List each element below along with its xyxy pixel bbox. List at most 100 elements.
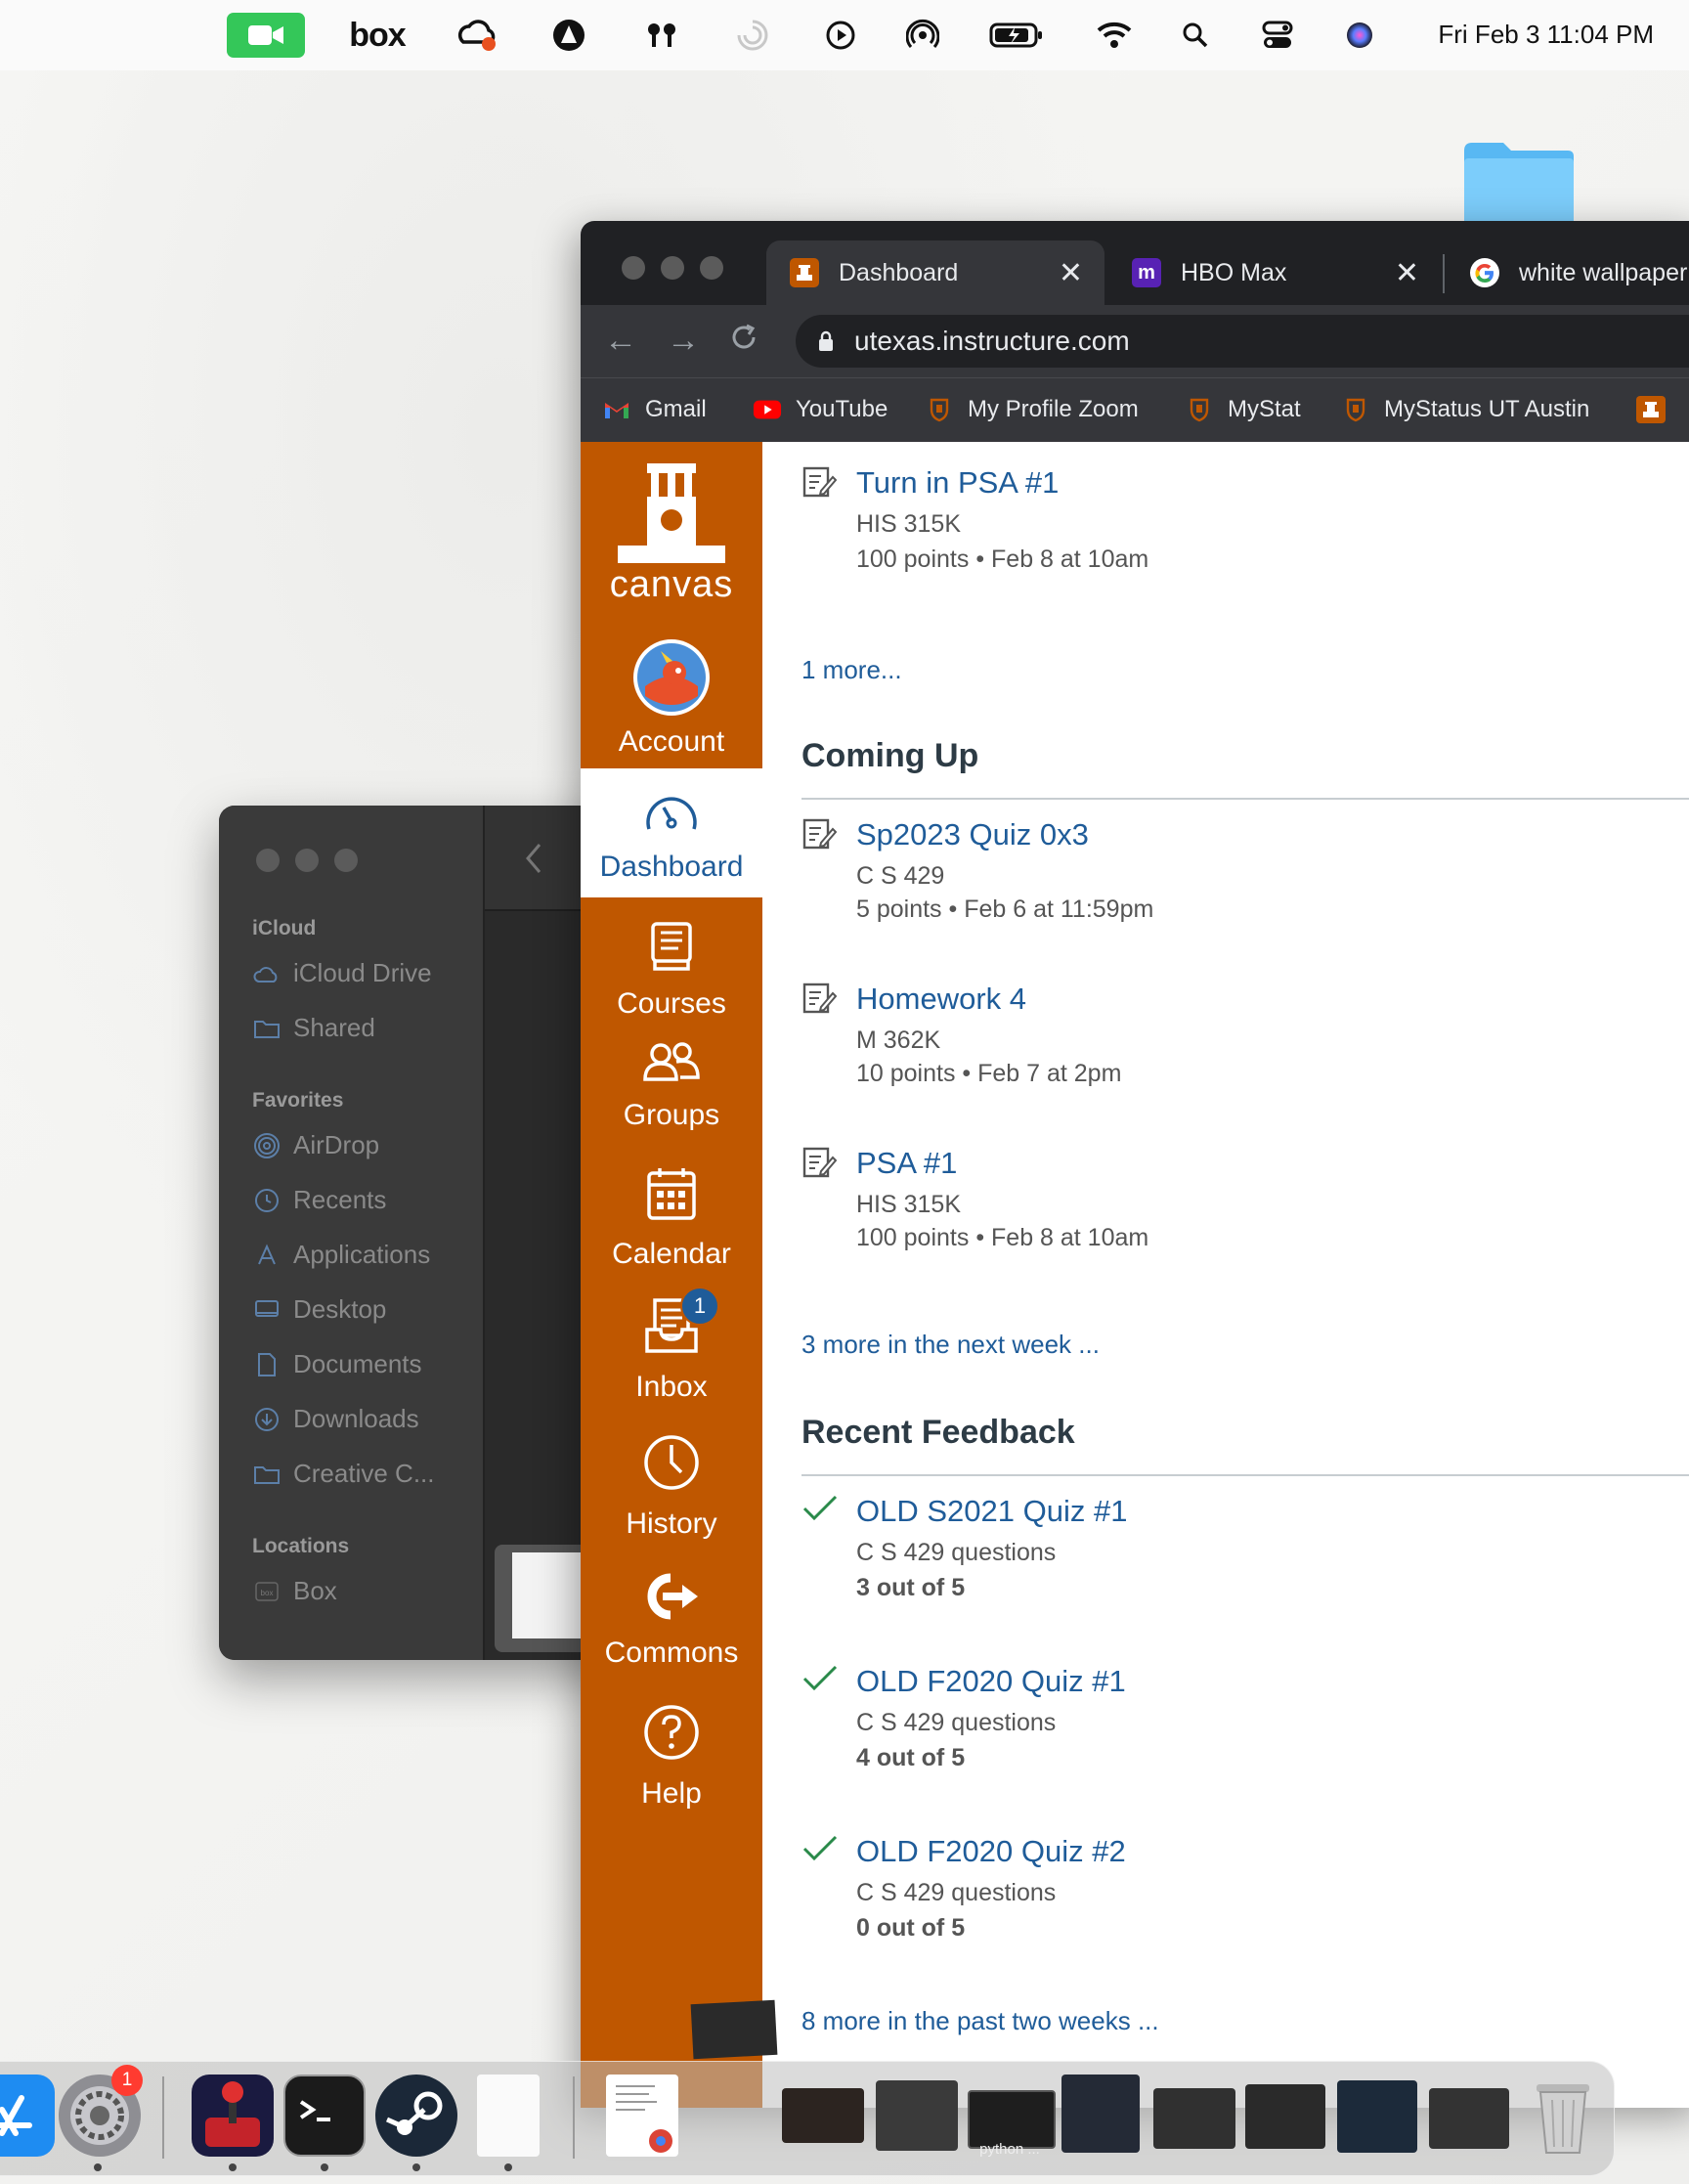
airplay-icon[interactable] — [905, 14, 940, 57]
control-center-icon[interactable] — [1261, 14, 1294, 57]
python-window-thumbnail[interactable] — [968, 2090, 1056, 2149]
finder-item-icloud-drive[interactable]: iCloud Drive — [252, 958, 432, 988]
todo-more-link[interactable]: 1 more... — [801, 655, 902, 685]
nav-courses[interactable]: Courses — [581, 921, 762, 1021]
nav-help[interactable]: Help — [581, 1703, 762, 1811]
coming-up-item[interactable]: PSA #1 HIS 315K 100 points • Feb 8 at 10… — [762, 1146, 1642, 1263]
finder-item-shared[interactable]: Shared — [252, 1013, 375, 1043]
nav-calendar[interactable]: Calendar — [581, 1165, 762, 1271]
bookmark-label: My Profile Zoom — [968, 396, 1139, 422]
bookmark-mystatus-ut-austin[interactable]: MyStatus UT Austin — [1341, 396, 1589, 423]
tab-white-wallpaper[interactable]: white wallpaper — [1447, 240, 1689, 305]
nav-inbox[interactable]: Inbox 1 — [581, 1287, 762, 1404]
chrome-window-thumbnail[interactable] — [606, 2075, 678, 2157]
feedback-item[interactable]: OLD F2020 Quiz #1 C S 429 questions 4 ou… — [762, 1664, 1642, 1781]
hbo-max-icon: m — [1132, 258, 1161, 287]
finder-window[interactable]: iCloud iCloud Drive Shared Favorites Air… — [219, 806, 629, 1660]
python-window-label: python ... — [979, 2141, 1040, 2158]
feedback-title-link[interactable]: OLD F2020 Quiz #2 — [856, 1834, 1126, 1869]
tab-strip: Dashboard ✕ m HBO Max ✕ white wallpaper — [581, 221, 1689, 305]
bookmark-mystat[interactable]: MyStat — [1185, 396, 1301, 423]
battery-icon[interactable] — [987, 14, 1046, 57]
coming-up-more-link[interactable]: 3 more in the next week ... — [801, 1330, 1100, 1360]
app-store-icon[interactable] — [0, 2075, 55, 2157]
tab-dashboard[interactable]: Dashboard ✕ — [766, 240, 1104, 305]
section-divider — [801, 798, 1689, 800]
close-tab-icon[interactable]: ✕ — [1059, 256, 1083, 290]
bookmark-my-profile-zoom[interactable]: My Profile Zoom — [925, 396, 1139, 423]
bookmark-youtube[interactable]: YouTube — [753, 396, 888, 423]
steam-window-thumbnail[interactable] — [1337, 2080, 1417, 2153]
address-bar[interactable]: utexas.instructure.com — [796, 315, 1689, 368]
trash-icon[interactable] — [1529, 2075, 1597, 2157]
photos-window-thumbnail[interactable] — [1429, 2088, 1509, 2149]
back-chevron-icon[interactable] — [524, 843, 543, 874]
finder-item-documents[interactable]: Documents — [252, 1349, 422, 1379]
canvas-wordmark: canvas — [609, 564, 734, 605]
astro-icon[interactable] — [549, 14, 588, 57]
feedback-item[interactable]: OLD S2021 Quiz #1 C S 429 questions 3 ou… — [762, 1494, 1642, 1611]
box-icon[interactable]: box — [348, 14, 407, 57]
nav-dashboard[interactable]: Dashboard — [581, 768, 762, 897]
messages-window-thumbnail[interactable] — [1061, 2075, 1140, 2153]
feedback-title-link[interactable]: OLD S2021 Quiz #1 — [856, 1494, 1127, 1529]
canvas-content: Turn in PSA #1 HIS 315K 100 points • Feb… — [762, 442, 1689, 2108]
finder-traffic-lights[interactable] — [256, 849, 358, 872]
play-icon[interactable] — [823, 14, 858, 57]
back-arrow-icon[interactable]: ← — [604, 323, 637, 358]
close-tab-icon[interactable]: ✕ — [1395, 256, 1419, 290]
tab-hbo-max[interactable]: m HBO Max ✕ — [1108, 240, 1441, 305]
facetime-window-thumbnail[interactable] — [782, 2088, 864, 2143]
document-file-icon[interactable] — [477, 2075, 540, 2157]
feedback-course: C S 429 questions — [856, 1879, 1057, 1906]
nav-commons[interactable]: Commons — [581, 1572, 762, 1670]
bookmark-ut-tower[interactable] — [1636, 396, 1666, 423]
creative-cloud-icon[interactable] — [454, 14, 502, 57]
finder-item-creative-cloud[interactable]: Creative C... — [252, 1459, 435, 1489]
menu-clock[interactable]: Fri Feb 3 11:04 PM — [1438, 20, 1654, 50]
nav-account[interactable]: Account — [581, 637, 762, 768]
lock-icon — [817, 330, 835, 352]
todo-title-link[interactable]: Turn in PSA #1 — [856, 465, 1059, 501]
reload-icon[interactable] — [729, 323, 758, 359]
terminal-icon[interactable] — [283, 2075, 366, 2157]
airpods-icon[interactable] — [641, 14, 682, 57]
todo-item[interactable]: Turn in PSA #1 HIS 315K 100 points • Feb… — [762, 465, 1642, 583]
spotlight-icon[interactable] — [1181, 14, 1210, 57]
inbox-icon — [581, 1296, 762, 1363]
finder-item-box[interactable]: box Box — [252, 1576, 337, 1606]
forward-arrow-icon[interactable]: → — [667, 323, 700, 358]
feedback-title-link[interactable]: OLD F2020 Quiz #1 — [856, 1664, 1126, 1699]
browser-traffic-lights[interactable] — [622, 256, 723, 280]
finder-item-airdrop[interactable]: AirDrop — [252, 1130, 379, 1160]
coming-up-item[interactable]: Sp2023 Quiz 0x3 C S 429 5 points • Feb 6… — [762, 817, 1642, 925]
bookmark-gmail[interactable]: Gmail — [602, 396, 707, 423]
steam-icon[interactable] — [375, 2075, 457, 2157]
coming-up-item[interactable]: Homework 4 M 362K 10 points • Feb 7 at 2… — [762, 982, 1642, 1089]
app-grid-window-thumbnail[interactable] — [876, 2080, 958, 2151]
finder-item-downloads[interactable]: Downloads — [252, 1404, 419, 1434]
siri-icon[interactable] — [1343, 14, 1376, 57]
coming-up-title-link[interactable]: Sp2023 Quiz 0x3 — [856, 817, 1089, 852]
finder-item-desktop[interactable]: Desktop — [252, 1294, 386, 1325]
nav-history[interactable]: History — [581, 1433, 762, 1541]
finder-item-label: Box — [293, 1576, 337, 1605]
nav-groups[interactable]: Groups — [581, 1040, 762, 1132]
browser-window[interactable]: Dashboard ✕ m HBO Max ✕ white wallpaper … — [581, 221, 1689, 2108]
facetime-icon[interactable] — [227, 13, 305, 58]
finder-item-recents[interactable]: Recents — [252, 1185, 386, 1215]
coming-up-title-link[interactable]: PSA #1 — [856, 1146, 957, 1181]
desktop-folder-icon[interactable] — [1460, 137, 1578, 225]
mail-window-thumbnail[interactable] — [1153, 2088, 1235, 2149]
joystick-app-icon[interactable] — [192, 2075, 274, 2157]
airdrop-icon — [252, 1132, 282, 1158]
bookmark-label: Gmail — [645, 396, 707, 422]
coming-up-title-link[interactable]: Homework 4 — [856, 982, 1026, 1017]
youtube-icon — [753, 396, 782, 423]
finder-item-applications[interactable]: Applications — [252, 1240, 430, 1270]
finder-window-thumbnail[interactable] — [1245, 2084, 1325, 2149]
wifi-icon[interactable] — [1095, 14, 1134, 57]
feedback-more-link[interactable]: 8 more in the past two weeks ... — [801, 2006, 1159, 2036]
feedback-item[interactable]: OLD F2020 Quiz #2 C S 429 questions 0 ou… — [762, 1834, 1642, 1951]
dock-running-indicator — [504, 2163, 512, 2171]
